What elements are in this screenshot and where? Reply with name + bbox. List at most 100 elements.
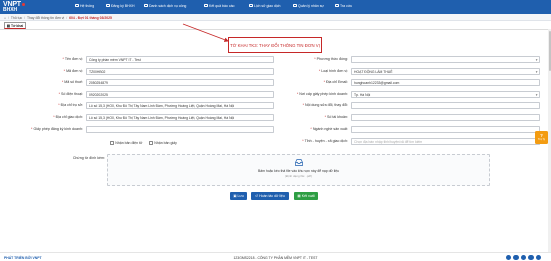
nav-tra-cuu[interactable]: Tra cứu	[335, 4, 352, 8]
phone-icon[interactable]	[528, 254, 534, 260]
label-so-tai-khoan: * Số tài khoản:	[325, 115, 348, 119]
label-ten-don-vi: * Tên đơn vị:	[63, 57, 83, 61]
tab-to-khai[interactable]: ▤ Tờ khai	[4, 22, 26, 29]
document-icon: ▤	[6, 23, 10, 28]
required-mark: *	[302, 139, 304, 143]
ma-don-vi-input[interactable]: TZ00HB02	[86, 68, 274, 75]
label-text: Địa chỉ trụ sở:	[60, 103, 83, 107]
nav-he-thong[interactable]: Hệ thống	[75, 4, 94, 8]
breadcrumb: ⌂ / Thủ tục / Thay đổi thông tin đơn vị …	[4, 16, 112, 20]
label-dia-chi-tru-so: * Địa chỉ trụ sở:	[58, 103, 83, 107]
vnpt-bhxh-logo[interactable]: VNPT BHXH	[3, 1, 29, 13]
nav-label: Tra cứu	[340, 3, 353, 8]
required-mark: *	[62, 57, 64, 61]
nav-label: Hệ thống	[80, 3, 95, 8]
button-label: Lưu	[237, 193, 244, 198]
home-icon[interactable]: ⌂	[4, 16, 6, 20]
form-icon	[106, 3, 110, 8]
loai-hinh-select[interactable]: HOẠT ĐỘNG LÀM THUÊ	[351, 68, 540, 75]
phuong-thuc-dong-select[interactable]	[351, 56, 540, 63]
label-text: Địa chỉ giao dịch:	[55, 115, 83, 119]
tinh-huyen-xa-select[interactable]: Chọn địa bàn nhập tỉnh/huyện/xã để tìm k…	[351, 138, 540, 145]
label-dia-chi-giao-dich: * Địa chỉ giao dịch:	[53, 115, 83, 119]
nav-label: Kết quả báo cáo	[209, 3, 235, 8]
checkbox-box[interactable]	[110, 141, 114, 145]
label-text: Nơi cấp giấy phép kinh doanh:	[299, 92, 348, 96]
footer: PHÁT TRIỂN BỞI VNPT 123GMS2218 - CÔNG TY…	[0, 252, 551, 261]
label-text: Tỉnh - huyện - xã giao dịch:	[304, 139, 348, 143]
social-links	[505, 254, 541, 260]
button-label: Kết xuất	[301, 193, 315, 198]
label-noi-dung-sua-doi: * Nội dung sửa đổi, thay đổi:	[303, 103, 348, 107]
dia-chi-tru-so-input[interactable]: Lô số 15,3 (HO0, Khu Đô Thị Tây Nam Linh…	[86, 102, 274, 109]
export-icon: ▦	[297, 193, 301, 198]
save-icon: ▣	[233, 193, 237, 198]
nav-label: Danh sách dịch vụ công	[149, 3, 187, 8]
label-text: Phương thức đóng:	[316, 57, 348, 61]
required-mark: *	[63, 69, 66, 73]
grid-icon	[75, 3, 79, 8]
label-phuong-thuc-dong: * Phương thức đóng:	[314, 57, 348, 61]
label-ma-don-vi: * Mã đơn vị:	[64, 69, 83, 73]
ten-don-vi-input[interactable]: Công ty phần mềm VNPT IT - Test	[86, 56, 274, 63]
label-chung-tu: Chứng từ đính kèm:	[72, 156, 105, 160]
checkbox-ban-giay[interactable]: Nhận bản giấy	[149, 141, 177, 145]
annotation-box: TỜ KHAI TK3: THAY ĐỔI THÔNG TIN ĐƠN VỊ	[228, 37, 322, 53]
scrollbar-thumb[interactable]	[548, 31, 551, 71]
required-mark: *	[61, 80, 64, 84]
logo-dot-icon	[21, 3, 25, 6]
nav-label: Đăng ký BHXH	[111, 3, 135, 8]
undo-button[interactable]: ↺ Hoàn tác dữ liệu	[251, 192, 289, 200]
breadcrumb-item-thu-tuc[interactable]: Thủ tục	[11, 16, 22, 20]
nav-dich-vu-cong[interactable]: Danh sách dịch vụ công	[144, 4, 186, 8]
zalo-icon[interactable]	[513, 254, 519, 260]
history-icon	[249, 3, 253, 8]
email-input[interactable]: hunghoanh12233@gmail.com	[351, 79, 540, 86]
giay-phep-input[interactable]	[86, 126, 274, 133]
nav-dang-ky[interactable]: Đăng ký BHXH	[106, 4, 135, 8]
required-mark: *	[58, 92, 61, 96]
nav-ket-qua[interactable]: Kết quả báo cáo	[204, 4, 235, 8]
label-text: Mã đơn vị:	[66, 69, 83, 73]
nav-lich-su[interactable]: Lịch sử giao dịch	[249, 4, 280, 8]
label-text: Số tài khoản:	[327, 115, 348, 119]
required-mark: *	[324, 115, 327, 119]
label-giay-phep: * Giấy phép đăng ký kinh doanh:	[31, 127, 83, 131]
export-button[interactable]: ▦ Kết xuất	[294, 192, 318, 200]
footer-company: 123GMS2218 - CÔNG TY PHẦN MỀM VNPT IT - …	[233, 255, 318, 260]
nganh-nghe-input[interactable]	[351, 126, 540, 133]
youtube-icon[interactable]	[520, 254, 526, 260]
checkbox-ban-dien-tu[interactable]: Nhận bản điện tử	[110, 141, 142, 145]
breadcrumb-current: 604 - Đợt 01 tháng 03/2025	[69, 15, 112, 20]
label-text: Giấy phép đăng ký kinh doanh:	[33, 127, 83, 131]
label-text: Loại hình đơn vị:	[321, 69, 348, 73]
nav-nhan-su[interactable]: Quản lý nhân sự	[293, 4, 324, 8]
noi-dung-sua-doi-input[interactable]	[351, 102, 540, 109]
breadcrumb-item-thay-doi[interactable]: Thay đổi thông tin đơn vị	[27, 16, 64, 20]
email-icon[interactable]	[535, 254, 541, 260]
label-noi-cap: * Nơi cấp giấy phép kinh doanh:	[297, 92, 348, 96]
label-text: Nội dung sửa đổi, thay đổi:	[305, 103, 348, 107]
drop-zone-hint: (Định dạng file: .pdf)	[284, 174, 312, 178]
breadcrumb-separator: /	[8, 15, 9, 20]
so-dien-thoai-input[interactable]: 0920202025	[86, 91, 274, 98]
file-drop-zone[interactable]: Bấm hoặc kéo thả file vào khu vực này để…	[107, 154, 490, 186]
save-button[interactable]: ▣ Lưu	[230, 192, 247, 200]
label-text: Địa chỉ Email:	[326, 80, 348, 84]
checkbox-box[interactable]	[149, 141, 153, 145]
checkbox-label: Nhận bản điện tử	[115, 141, 143, 145]
assistant-label: Trợ lý	[537, 137, 546, 141]
facebook-icon[interactable]	[505, 254, 511, 260]
dia-chi-giao-dich-input[interactable]: Lô số 15,3 (HO0, Khu Đô Thị Tây Nam Linh…	[86, 114, 274, 121]
label-text: Số điện thoại:	[61, 92, 83, 96]
assistant-float-button[interactable]: ? Trợ lý	[535, 131, 548, 144]
upload-tray-icon	[295, 159, 303, 166]
list-icon	[144, 3, 148, 8]
tab-label: Tờ khai	[11, 23, 24, 28]
required-mark: *	[310, 127, 312, 131]
label-nganh-nghe: * Ngành nghề sản xuất:	[310, 127, 348, 131]
so-tai-khoan-input[interactable]	[351, 114, 540, 121]
ma-so-thue-input[interactable]: 2050254879	[86, 79, 274, 86]
noi-cap-select[interactable]: Tp. Hà Nội	[351, 91, 540, 98]
logo-text-bottom: BHXH	[3, 7, 18, 13]
